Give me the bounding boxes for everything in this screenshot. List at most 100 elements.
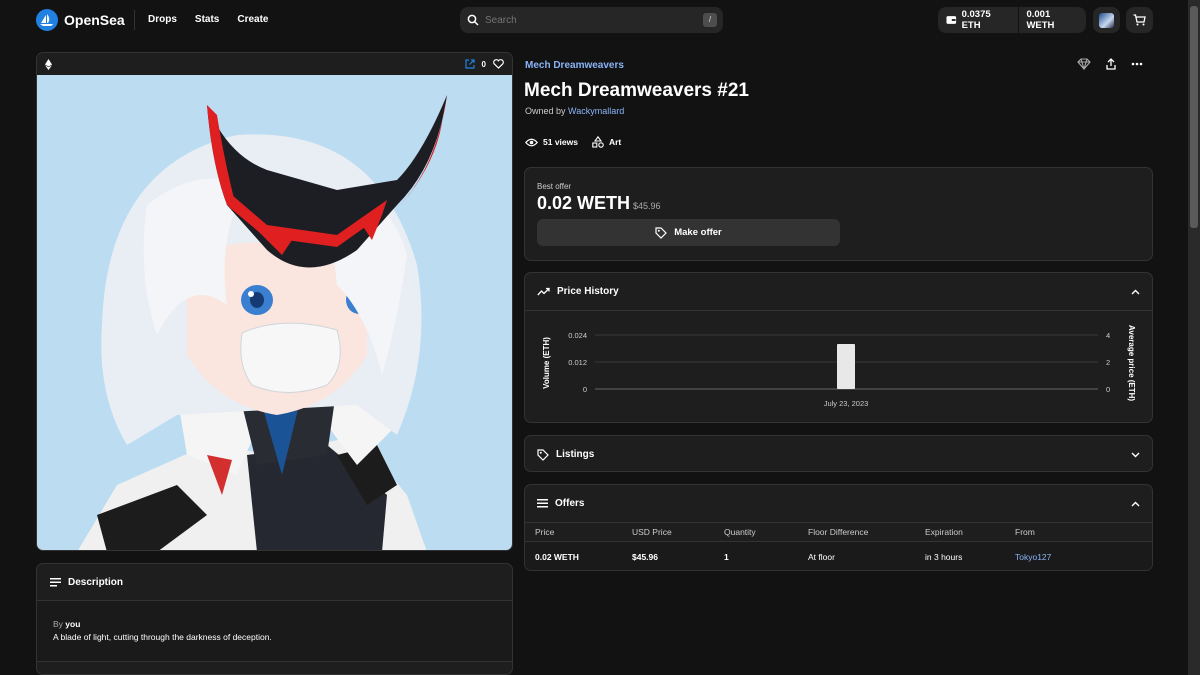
description-lines-icon (50, 577, 61, 586)
y-tick-label: 0 (583, 385, 587, 394)
scrollbar-thumb[interactable] (1190, 6, 1198, 228)
nav-divider (134, 10, 135, 30)
cart-button[interactable] (1126, 7, 1153, 33)
column-header-quantity: Quantity (714, 522, 798, 542)
avatar (1099, 12, 1114, 28)
item-meta: 51 views Art (525, 136, 621, 148)
brand-name: OpenSea (64, 12, 125, 28)
item-actions (1077, 58, 1143, 70)
table-row: 0.02 WETH $45.96 1 At floor in 3 hours T… (525, 541, 1152, 570)
owner-link[interactable]: Wackymallard (568, 106, 624, 116)
tag-icon (537, 448, 549, 461)
y-axis-label: Volume (ETH) (542, 337, 551, 389)
description-text: A blade of light, cutting through the da… (53, 632, 272, 642)
by-label: By (53, 619, 63, 629)
nav-create[interactable]: Create (237, 14, 268, 25)
best-offer-panel: Best offer 0.02 WETH $45.96 Make offer (524, 167, 1153, 261)
wallet-balance[interactable]: 0.0375 ETH 0.001 WETH (938, 7, 1086, 33)
listings-panel[interactable]: Listings (524, 435, 1153, 472)
list-icon (537, 499, 548, 508)
search-input[interactable] (485, 14, 695, 26)
eth-balance: 0.0375 ETH (961, 9, 991, 31)
column-header-expiration: Expiration (915, 522, 1005, 542)
y2-axis-label: Average price (ETH) (1127, 325, 1136, 402)
owner-line: Owned by Wackymallard (525, 106, 624, 116)
offers-heading: Offers (555, 498, 585, 509)
top-navigation-bar: OpenSea Drops Stats Create / 0.0375 ETH … (0, 0, 1188, 40)
eye-icon (525, 138, 538, 146)
profile-button[interactable] (1093, 7, 1120, 33)
nav-stats[interactable]: Stats (195, 14, 219, 25)
ethereum-icon (45, 58, 52, 70)
best-offer-price: 0.02 WETH (537, 193, 631, 213)
price-history-chart: Volume (ETH) Average price (ETH) 0.024 4 0… (525, 310, 1152, 422)
offers-table: Price USD Price Quantity Floor Differenc… (525, 522, 1152, 570)
offer-usd-price: $45.96 (622, 541, 714, 570)
share-icon[interactable] (1105, 58, 1117, 70)
tag-icon (655, 226, 668, 239)
offer-quantity: 1 (714, 541, 798, 570)
trend-line-icon (537, 287, 550, 296)
y2-tick-label: 2 (1106, 358, 1110, 367)
listings-header[interactable]: Listings (525, 436, 1152, 471)
x-tick-label: July 23, 2023 (824, 399, 869, 408)
offer-floor-difference: At floor (798, 541, 915, 570)
favorite-count: 0 (481, 59, 486, 69)
best-offer-label: Best offer (537, 182, 572, 191)
cart-icon (1133, 14, 1146, 26)
opensea-logo[interactable]: OpenSea (36, 9, 125, 31)
item-title: Mech Dreamweavers #21 (524, 80, 749, 101)
weth-balance: 0.001 WETH (1026, 9, 1055, 31)
description-header[interactable]: Description (37, 564, 512, 601)
price-history-header[interactable]: Price History (525, 273, 1152, 310)
y2-tick-label: 4 (1106, 331, 1110, 340)
image-card-header: 0 (37, 53, 512, 75)
owned-by-label: Owned by (525, 106, 566, 116)
offer-price: 0.02 WETH (525, 541, 622, 570)
page-scrollbar[interactable] (1188, 0, 1200, 675)
views-count: 51 views (543, 137, 578, 147)
column-header-price: Price (525, 522, 622, 542)
offer-from-link[interactable]: Tokyo127 (1015, 552, 1051, 562)
external-link-icon[interactable] (464, 59, 475, 69)
nft-artwork-image[interactable] (37, 75, 512, 550)
offers-panel: Offers Price USD Price Quantity Floor Di… (524, 484, 1153, 571)
offers-header[interactable]: Offers (525, 485, 1152, 522)
opensea-logo-icon (36, 9, 58, 31)
search-icon (467, 14, 479, 26)
chart-bar[interactable] (837, 344, 855, 389)
nft-image-card: 0 (36, 52, 513, 551)
category-label: Art (608, 137, 622, 147)
chevron-up-icon[interactable] (1131, 289, 1140, 295)
search-shortcut-key: / (703, 13, 717, 27)
collection-link[interactable]: Mech Dreamweavers (525, 60, 624, 71)
diamond-icon[interactable] (1077, 58, 1091, 70)
creator-name[interactable]: you (65, 619, 80, 629)
price-history-panel: Price History Volume (ETH) Average price… (524, 272, 1153, 423)
y2-tick-label: 0 (1106, 385, 1110, 394)
category-link[interactable]: Art (592, 136, 621, 148)
best-offer-usd: $45.96 (633, 201, 661, 211)
description-panel: Description By you A blade of light, cut… (36, 563, 513, 675)
nav-drops[interactable]: Drops (148, 14, 177, 25)
chevron-up-icon[interactable] (1131, 501, 1140, 507)
more-options-icon[interactable] (1131, 58, 1143, 70)
listings-heading: Listings (556, 449, 595, 460)
offer-expiration: in 3 hours (915, 541, 1005, 570)
make-offer-button[interactable]: Make offer (537, 219, 840, 246)
y-tick-label: 0.024 (568, 331, 587, 340)
description-body: By you A blade of light, cutting through… (37, 601, 512, 662)
wallet-icon (946, 16, 957, 24)
search-bar[interactable]: / (460, 7, 723, 33)
heart-icon[interactable] (493, 59, 504, 69)
chevron-down-icon[interactable] (1131, 452, 1140, 458)
column-header-from: From (1005, 522, 1152, 542)
views-stat: 51 views (525, 136, 578, 148)
column-header-usd-price: USD Price (622, 522, 714, 542)
price-history-heading: Price History (557, 286, 619, 297)
main-nav: Drops Stats Create (148, 14, 269, 25)
description-heading: Description (68, 576, 124, 588)
column-header-floor-difference: Floor Difference (798, 522, 915, 542)
y-tick-label: 0.012 (568, 358, 587, 367)
shapes-icon (592, 136, 604, 148)
